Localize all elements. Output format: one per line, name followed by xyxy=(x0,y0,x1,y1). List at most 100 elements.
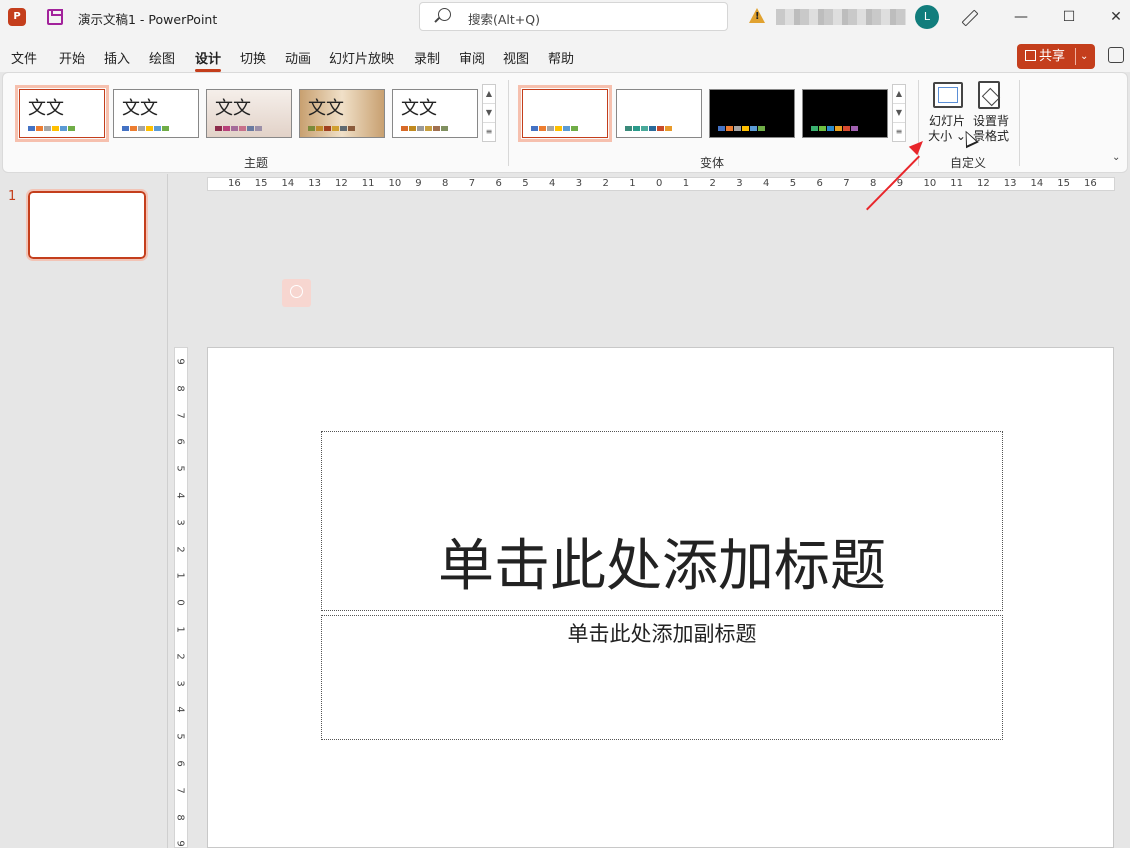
variant-swatches xyxy=(811,126,858,131)
tab-design[interactable]: 设计 xyxy=(195,48,222,72)
chevron-down-icon[interactable]: ⌄ xyxy=(1080,44,1088,69)
tab-transitions[interactable]: 切换 xyxy=(240,48,266,67)
color-swatch xyxy=(60,126,67,131)
share-button[interactable]: 共享 ⌄ xyxy=(1017,44,1095,69)
tab-draw[interactable]: 绘图 xyxy=(149,48,175,67)
color-swatch xyxy=(657,126,664,131)
color-swatch xyxy=(36,126,43,131)
minimize-button[interactable]: — xyxy=(998,0,1044,34)
theme-thumb-3[interactable]: 文文 xyxy=(206,89,292,138)
maximize-button[interactable]: ☐ xyxy=(1046,0,1092,34)
color-swatch xyxy=(742,126,749,131)
theme-thumb-office[interactable]: 文文 xyxy=(15,85,109,142)
gallery-more-icon[interactable]: ≡ xyxy=(483,123,495,142)
color-swatch xyxy=(223,126,230,131)
color-swatch xyxy=(348,126,355,131)
variants-gallery-scroll[interactable]: ▲ ▼ ≡ xyxy=(892,84,906,142)
color-swatch xyxy=(130,126,137,131)
ruler-tick-label: 4 xyxy=(174,706,186,714)
ruler-tick-label: 9 xyxy=(174,840,186,848)
variant-thumb-3[interactable] xyxy=(709,89,795,138)
color-swatch xyxy=(215,126,222,131)
ruler-tick-label: 4 xyxy=(763,178,770,189)
collapse-ribbon-icon[interactable]: ⌄ xyxy=(1112,152,1120,163)
tab-help[interactable]: 帮助 xyxy=(548,48,574,67)
chevron-up-icon[interactable]: ▲ xyxy=(893,85,905,104)
search-input[interactable]: 搜索(Alt+Q) xyxy=(419,2,728,31)
ruler-tick-label: 9 xyxy=(896,178,904,189)
tab-review[interactable]: 审阅 xyxy=(459,48,485,67)
chevron-up-icon[interactable]: ▲ xyxy=(483,85,495,104)
title-bar: P 演示文稿1 - PowerPoint 搜索(Alt+Q) L — ☐ ✕ xyxy=(0,0,1130,34)
color-swatch xyxy=(316,126,323,131)
gallery-more-icon[interactable]: ≡ xyxy=(893,123,905,142)
comments-icon[interactable] xyxy=(1108,47,1124,63)
designer-pen-icon[interactable] xyxy=(961,9,979,27)
smart-lookup-icon[interactable] xyxy=(282,279,311,307)
slide-thumbnail[interactable] xyxy=(26,189,148,261)
save-icon[interactable] xyxy=(47,9,63,25)
chevron-down-icon[interactable]: ▼ xyxy=(893,104,905,123)
color-swatch xyxy=(324,126,331,131)
ribbon-tabs: 文件 开始 插入 绘图 设计 切换 动画 幻灯片放映 录制 审阅 视图 帮助 共… xyxy=(0,34,1130,72)
ruler-tick-label: 5 xyxy=(789,178,797,189)
chevron-down-icon[interactable]: ▼ xyxy=(483,104,495,123)
close-button[interactable]: ✕ xyxy=(1093,0,1130,34)
subtitle-placeholder[interactable]: 单击此处添加副标题 xyxy=(321,615,1003,740)
color-swatch xyxy=(28,126,35,131)
tab-home[interactable]: 开始 xyxy=(59,48,85,67)
warning-icon[interactable] xyxy=(749,8,765,23)
color-swatch xyxy=(441,126,448,131)
pane-divider[interactable] xyxy=(167,174,168,848)
variant-thumb-4[interactable] xyxy=(802,89,888,138)
avatar[interactable]: L xyxy=(915,5,939,29)
tab-view[interactable]: 视图 xyxy=(503,48,529,67)
ruler-tick-label: 10 xyxy=(923,178,937,189)
color-swatch xyxy=(758,126,765,131)
tab-record[interactable]: 录制 xyxy=(414,48,440,67)
format-background-icon[interactable] xyxy=(978,81,1000,109)
theme-thumb-5[interactable]: 文文 xyxy=(392,89,478,138)
customize-group-label: 自定义 xyxy=(950,156,987,170)
ruler-tick-label: 0 xyxy=(174,599,186,606)
variants-group-label: 变体 xyxy=(700,156,725,170)
color-swatch xyxy=(162,126,169,131)
group-divider xyxy=(1019,80,1020,166)
title-placeholder[interactable]: 单击此处添加标题 xyxy=(321,431,1003,611)
ruler-tick-label: 1 xyxy=(629,178,636,189)
slide-canvas[interactable]: 单击此处添加标题 单击此处添加副标题 xyxy=(207,347,1114,848)
color-swatch xyxy=(571,126,578,131)
ruler-tick-label: 7 xyxy=(843,178,850,189)
ruler-tick-label: 6 xyxy=(816,178,823,189)
themes-gallery-scroll[interactable]: ▲ ▼ ≡ xyxy=(482,84,496,142)
tab-animations[interactable]: 动画 xyxy=(285,48,311,67)
document-title: 演示文稿1 - PowerPoint xyxy=(78,12,218,27)
variant-thumb-2[interactable] xyxy=(616,89,702,138)
theme-thumb-text: 文文 xyxy=(122,98,158,119)
theme-thumb-2[interactable]: 文文 xyxy=(113,89,199,138)
powerpoint-logo-icon: P xyxy=(8,8,26,26)
color-swatch xyxy=(433,126,440,131)
tab-insert[interactable]: 插入 xyxy=(104,48,130,67)
tab-slideshow[interactable]: 幻灯片放映 xyxy=(329,48,394,67)
ruler-tick-label: 4 xyxy=(174,492,186,499)
color-swatch xyxy=(835,126,842,131)
ruler-tick-label: 5 xyxy=(522,178,529,189)
color-swatch xyxy=(726,126,733,131)
theme-thumb-4[interactable]: 文文 xyxy=(299,89,385,138)
theme-thumb-text: 文文 xyxy=(28,98,64,119)
color-swatch xyxy=(750,126,757,131)
slide-size-icon[interactable] xyxy=(933,82,963,108)
color-swatch xyxy=(555,126,562,131)
share-separator xyxy=(1075,48,1076,65)
ruler-tick-label: 13 xyxy=(1003,178,1017,189)
color-swatch xyxy=(401,126,408,131)
variant-thumb-1[interactable] xyxy=(518,85,612,142)
color-swatch xyxy=(332,126,339,131)
color-swatch xyxy=(231,126,238,131)
tab-file[interactable]: 文件 xyxy=(11,48,37,67)
color-swatch xyxy=(633,126,640,131)
search-placeholder: 搜索(Alt+Q) xyxy=(468,12,540,27)
ruler-tick-label: 9 xyxy=(415,178,422,189)
ruler-tick-label: 9 xyxy=(174,358,186,365)
